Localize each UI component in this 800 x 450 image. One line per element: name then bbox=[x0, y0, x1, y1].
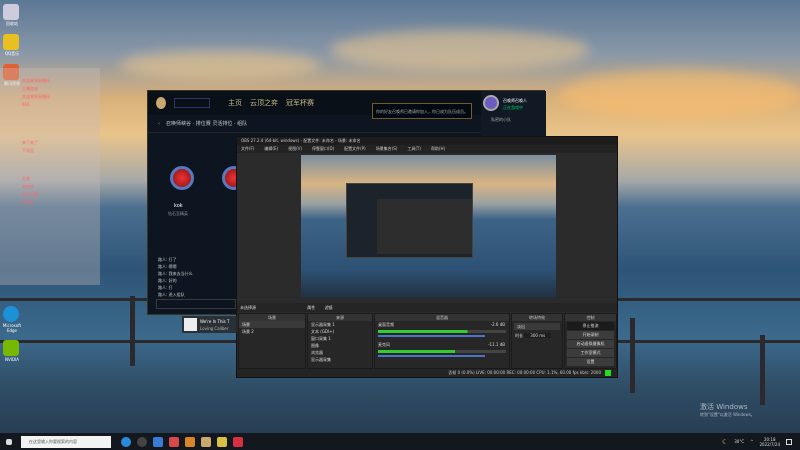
app-icon[interactable] bbox=[233, 436, 243, 447]
scene-item[interactable]: 场景 2 bbox=[239, 328, 305, 335]
sources-dock: 来源 显示器采集 1 文本 (GDI+) 窗口采集 1 图像 浏览器 显示器采集 bbox=[307, 313, 373, 369]
source-item[interactable]: 窗口采集 1 bbox=[308, 335, 372, 342]
breadcrumb: 召唤师峡谷 · 排位赛 灵活排位 · 组队 bbox=[166, 121, 248, 127]
nav-clash[interactable]: 冠军杯赛 bbox=[286, 98, 314, 108]
qq-music-icon[interactable] bbox=[3, 34, 19, 50]
source-item[interactable]: 图像 bbox=[308, 342, 372, 349]
duration-input[interactable]: 300 ms bbox=[524, 333, 552, 338]
filters-button[interactable]: 滤镜 bbox=[325, 305, 333, 310]
recycle-bin-icon[interactable] bbox=[3, 4, 19, 20]
chat-input[interactable] bbox=[156, 299, 236, 309]
settings-button[interactable]: 设置 bbox=[567, 358, 614, 366]
scene-item[interactable]: 场景 bbox=[239, 321, 305, 328]
tray-chevron-icon[interactable]: ^ bbox=[750, 439, 753, 444]
start-icon[interactable] bbox=[6, 438, 12, 445]
virtual-camera-button[interactable]: 启动虚拟摄像机 bbox=[567, 340, 614, 348]
search-box[interactable]: 在这里输入你要搜索的内容 bbox=[21, 435, 111, 448]
activate-windows-watermark: 激活 Windows 转到"设置"以激活 Windows。 bbox=[700, 403, 755, 417]
app-icon[interactable] bbox=[153, 436, 163, 447]
transitions-dock: 转场特效 淡出 时长 300 ms bbox=[511, 313, 563, 369]
notification-toast: 你的好友召唤师已邀请你加入，你已成为队伍成员。 bbox=[372, 103, 472, 119]
preview-canvas[interactable] bbox=[301, 155, 556, 298]
window-title: OBS 27.2.4 (64-bit, windows) - 配置文件: 未命名… bbox=[237, 137, 617, 145]
source-item[interactable]: 浏览器 bbox=[308, 349, 372, 356]
nav-home[interactable]: 主页 bbox=[228, 98, 242, 108]
danmaku-chat-overlay: 欢迎来到直播间 主播加油 欢迎来到直播间 666 来了来了 下次见 礼物 哈哈哈… bbox=[0, 68, 100, 285]
notification-icon[interactable] bbox=[786, 438, 792, 445]
lol-logo-icon bbox=[156, 97, 166, 109]
edge-icon[interactable] bbox=[121, 436, 131, 447]
album-art bbox=[184, 318, 197, 331]
volume-slider[interactable] bbox=[378, 355, 485, 357]
league-icon[interactable] bbox=[201, 436, 211, 447]
stop-streaming-button[interactable]: 停止推流 bbox=[567, 322, 614, 330]
audio-mixer-dock: 混音器 桌面音频 -2.6 dB 麦克风 -11.1 dB bbox=[374, 313, 510, 369]
controls-dock: 控制 停止推流 开始录制 启动虚拟摄像机 工作室模式 设置 bbox=[564, 313, 617, 369]
avatar[interactable] bbox=[483, 95, 499, 111]
obs-icon[interactable] bbox=[137, 436, 147, 447]
properties-button[interactable]: 属性 bbox=[307, 305, 315, 310]
weather-temp[interactable]: 30°C bbox=[734, 439, 744, 444]
taskbar: 在这里输入你要搜索的内容 ☾ 30°C ^ 20:18 2022/7/24 bbox=[0, 433, 800, 450]
start-recording-button[interactable]: 开始录制 bbox=[567, 331, 614, 339]
obs-window: OBS 27.2.4 (64-bit, windows) - 配置文件: 未命名… bbox=[236, 136, 618, 378]
clock[interactable]: 20:18 2022/7/24 bbox=[759, 437, 780, 447]
nested-preview bbox=[346, 183, 473, 258]
status-bar: 丢帧 0 (0.0%) LIVE: 00:00:00 REC: 00:00:00… bbox=[237, 369, 617, 377]
transition-select[interactable]: 淡出 bbox=[514, 323, 560, 330]
app-icon[interactable] bbox=[217, 436, 227, 447]
app-icon[interactable] bbox=[169, 436, 179, 447]
stream-health-indicator bbox=[605, 370, 611, 376]
lobby-chat: 路人: 打了 路人: 嗯嗯 路人: 我来去当什么 路人: 好的 路人: 打路人: 进入组… bbox=[158, 257, 193, 297]
profile-panel: 召唤师召唤人 正在游戏中 私密的小队 bbox=[481, 91, 546, 136]
app-icon[interactable] bbox=[185, 436, 195, 447]
studio-mode-button[interactable]: 工作室模式 bbox=[567, 349, 614, 357]
scenes-dock: 场景 场景 场景 2 bbox=[238, 313, 306, 369]
rank-emblem-icon bbox=[170, 166, 194, 190]
audio-meter bbox=[378, 330, 506, 333]
menu-bar: 文件(F) 编辑(E) 视图(V) 停靠窗口(D) 配置文件(P) 场景集合(S) 工具(T… bbox=[237, 145, 617, 153]
source-item[interactable]: 显示器采集 1 bbox=[308, 321, 372, 328]
nvidia-icon[interactable] bbox=[3, 340, 19, 356]
source-item[interactable]: 显示器采集 bbox=[308, 356, 372, 363]
play-button[interactable] bbox=[174, 98, 210, 108]
audio-meter bbox=[378, 350, 506, 353]
edge-icon[interactable] bbox=[3, 306, 19, 322]
media-card[interactable]: We're In This T Loving Caliber bbox=[182, 316, 237, 333]
weather-icon: ☾ bbox=[721, 437, 729, 446]
back-icon[interactable]: ‹ bbox=[158, 121, 160, 127]
volume-slider[interactable] bbox=[378, 335, 485, 337]
nav-tft[interactable]: 云顶之弈 bbox=[250, 98, 278, 108]
source-item[interactable]: 文本 (GDI+) bbox=[308, 328, 372, 335]
